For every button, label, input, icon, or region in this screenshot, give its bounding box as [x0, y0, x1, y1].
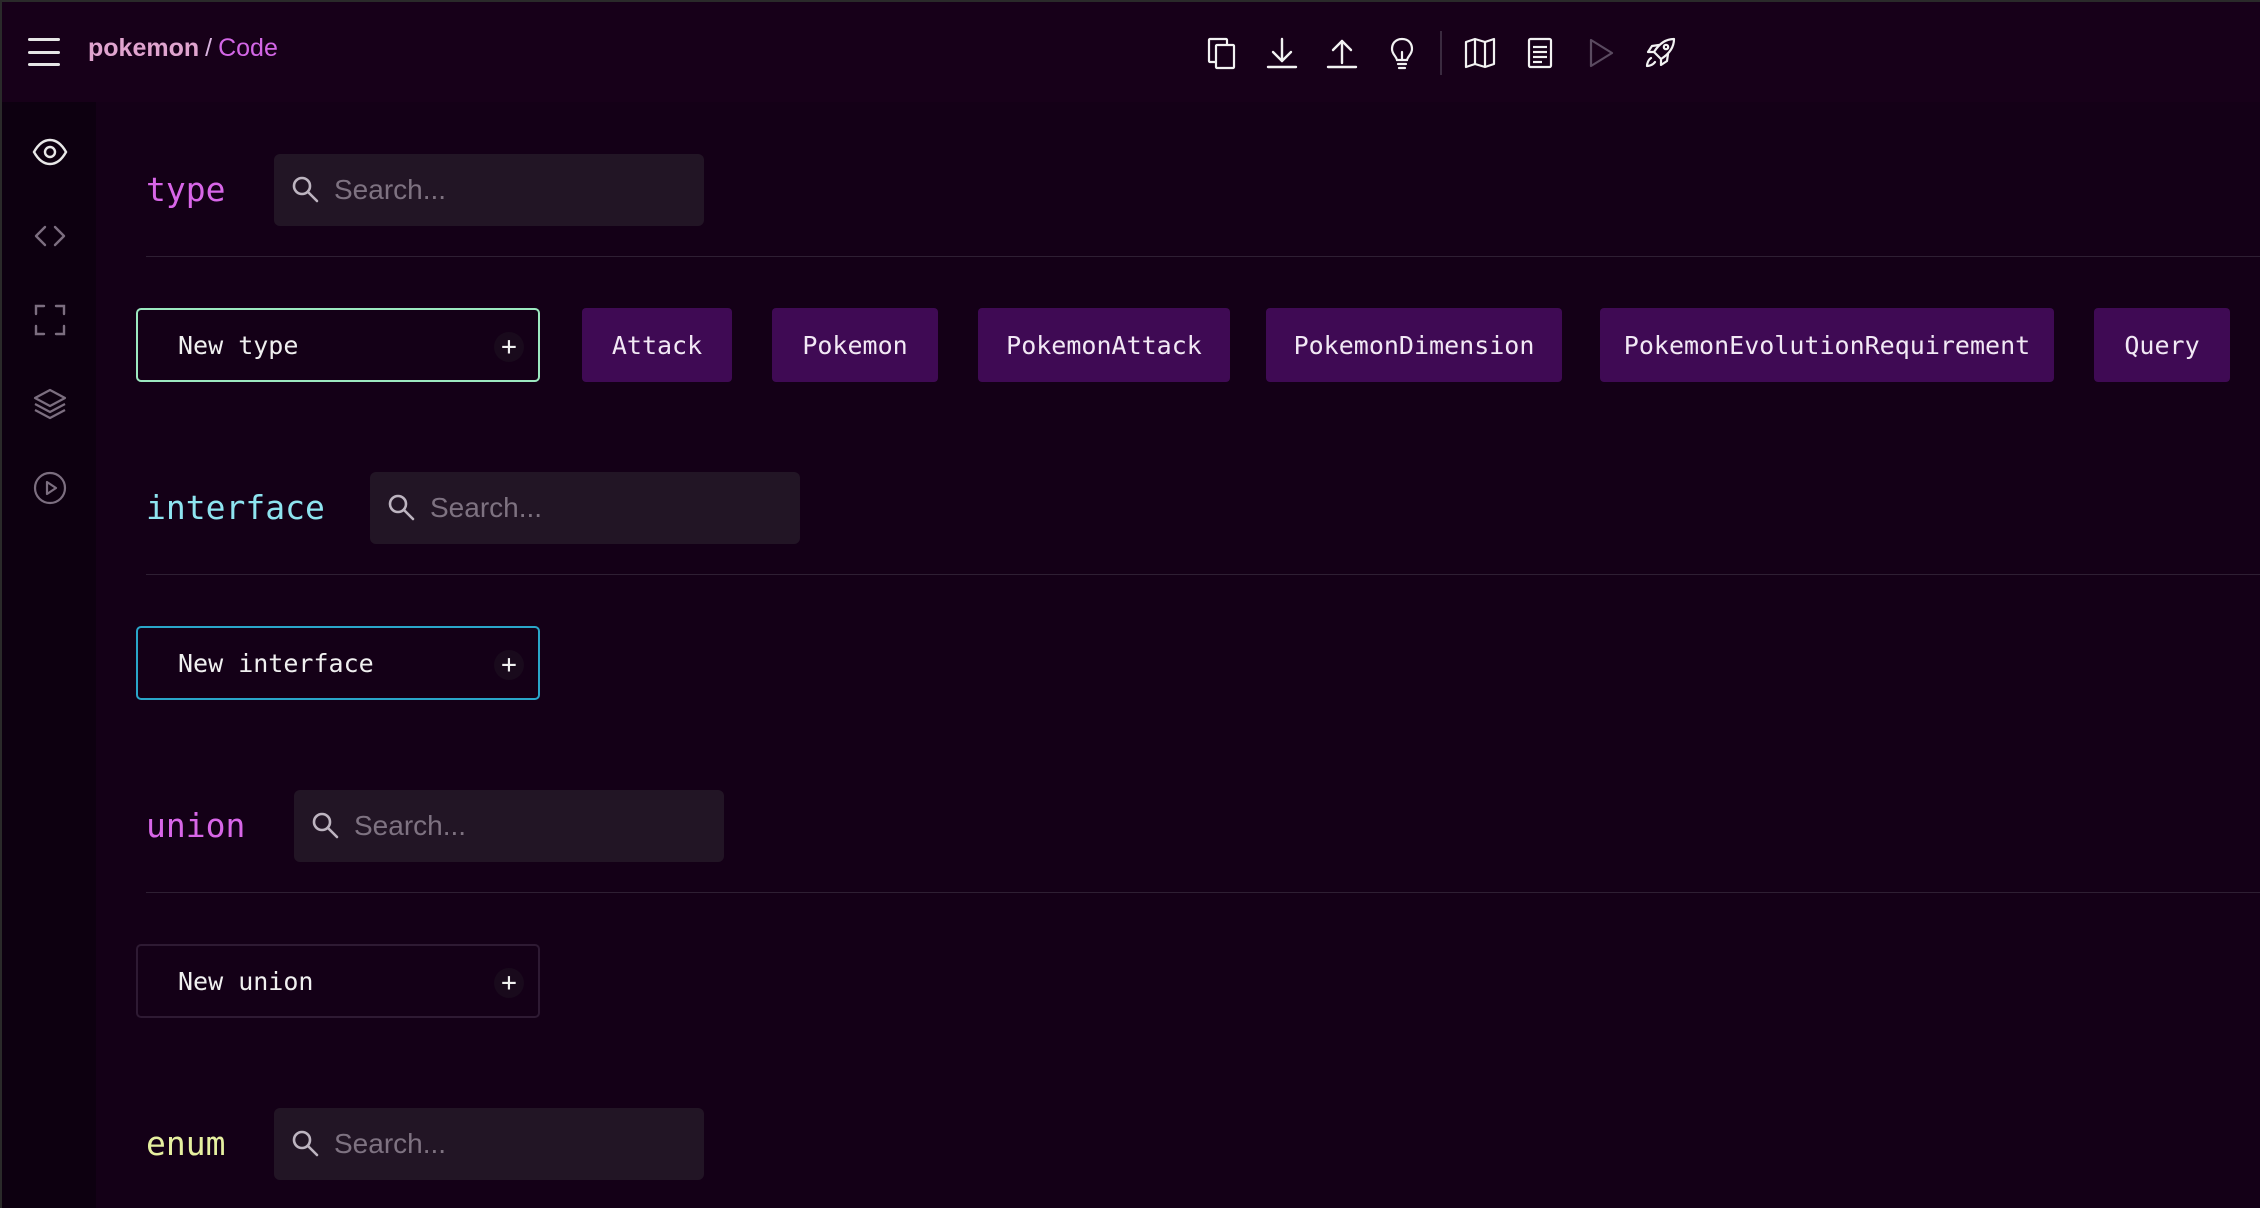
enum-search-input[interactable] — [332, 1127, 672, 1161]
interface-search-input[interactable] — [428, 491, 768, 525]
section-title-enum: enum — [146, 1124, 226, 1163]
type-chip[interactable]: PokemonEvolutionRequirement — [1600, 308, 2054, 382]
interface-divider — [146, 574, 2260, 575]
left-rail — [2, 102, 96, 1208]
layers-icon[interactable] — [30, 384, 70, 424]
toolbar-divider — [1440, 31, 1442, 75]
enum-section: enum — [96, 1068, 2260, 1208]
rocket-icon[interactable] — [1630, 28, 1690, 78]
type-list: Attack Pokemon PokemonAttack PokemonDimensi… — [96, 308, 2260, 382]
section-title-union: union — [146, 806, 246, 845]
copy-icon[interactable] — [1192, 28, 1252, 78]
search-icon — [292, 176, 319, 203]
type-chip[interactable]: Attack — [582, 308, 732, 382]
top-bar: pokemon / Code — [2, 2, 2260, 102]
lightbulb-icon[interactable] — [1372, 28, 1432, 78]
plus-icon: + — [494, 968, 524, 998]
hamburger-menu-icon[interactable] — [28, 38, 60, 66]
download-icon[interactable] — [1252, 28, 1312, 78]
type-divider — [146, 256, 2260, 257]
type-chip[interactable]: Query — [2094, 308, 2230, 382]
union-divider — [146, 892, 2260, 893]
toolbar — [1192, 28, 1690, 78]
eye-icon[interactable] — [30, 132, 70, 172]
book-icon[interactable] — [1450, 28, 1510, 78]
section-title-interface: interface — [146, 488, 325, 527]
section-title-type: type — [146, 170, 226, 209]
new-interface-button[interactable]: New interface + — [136, 626, 540, 700]
new-union-button[interactable]: New union + — [136, 944, 540, 1018]
main-content: type New type + AttackPokemonPokemonAtta… — [96, 102, 2260, 1208]
play-icon[interactable] — [1570, 28, 1630, 78]
upload-icon[interactable] — [1312, 28, 1372, 78]
app-window: pokemon / Code type Search... New type +… — [0, 0, 2260, 1208]
play-circle-icon[interactable] — [30, 468, 70, 508]
interface-search-field[interactable] — [370, 472, 800, 544]
type-search-input[interactable] — [332, 173, 672, 207]
union-search-field[interactable] — [294, 790, 724, 862]
breadcrumb-project[interactable]: pokemon — [88, 34, 199, 62]
breadcrumb-page[interactable]: Code — [218, 34, 278, 62]
code-icon[interactable] — [30, 216, 70, 256]
search-icon — [388, 494, 415, 521]
new-union-label: New union — [178, 966, 314, 996]
enum-search-field[interactable] — [274, 1108, 704, 1180]
type-chip[interactable]: PokemonDimension — [1266, 308, 1562, 382]
new-interface-label: New interface — [178, 648, 374, 678]
fullscreen-icon[interactable] — [30, 300, 70, 340]
type-chip[interactable]: PokemonAttack — [978, 308, 1230, 382]
search-icon — [312, 812, 339, 839]
breadcrumb: pokemon / Code — [88, 34, 278, 63]
union-section: union New union + — [96, 750, 2260, 1068]
type-chip[interactable]: Pokemon — [772, 308, 938, 382]
breadcrumb-separator: / — [205, 34, 213, 62]
type-search-field[interactable] — [274, 154, 704, 226]
union-search-input[interactable] — [352, 809, 692, 843]
type-section: type New type + AttackPokemonPokemonAtta… — [96, 102, 2260, 432]
search-icon — [292, 1130, 319, 1157]
interface-section: interface New interface + — [96, 432, 2260, 750]
document-icon[interactable] — [1510, 28, 1570, 78]
plus-icon: + — [494, 650, 524, 680]
